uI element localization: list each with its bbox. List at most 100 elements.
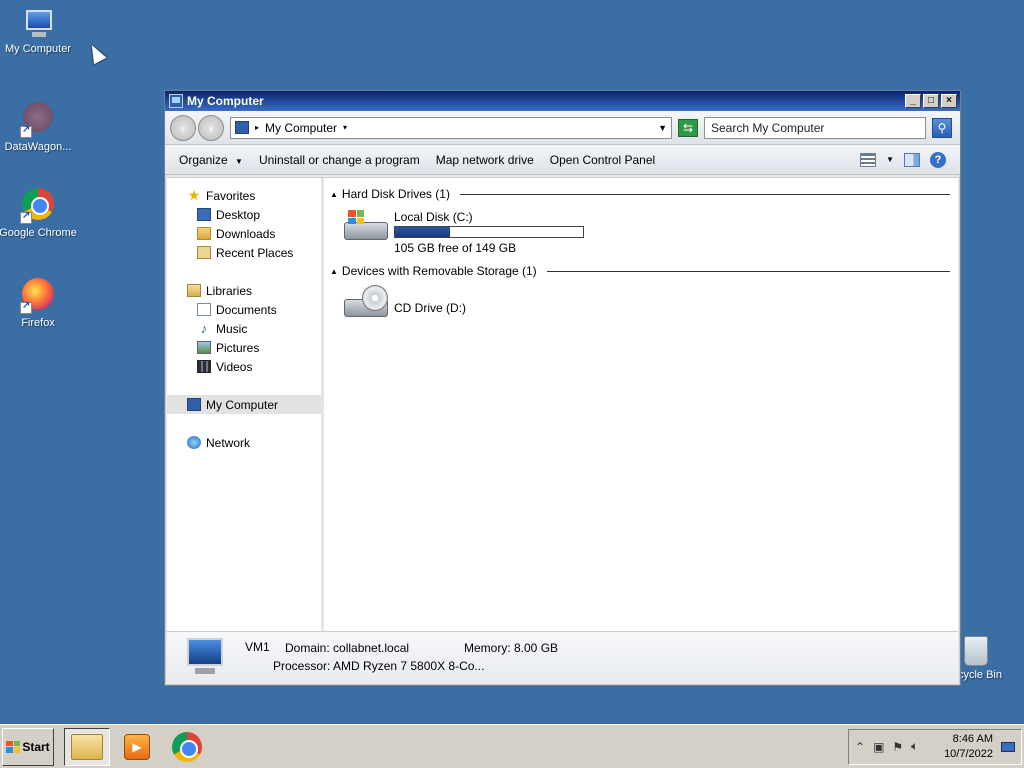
nav-desktop[interactable]: Desktop [167, 205, 321, 224]
drive-item-d[interactable]: CD Drive (D:) [342, 285, 950, 325]
explorer-window: My Computer _ □ × ‹ › ▸ My Computer ▾ ▼ … [164, 90, 961, 686]
minimize-button[interactable]: _ [905, 94, 921, 108]
pictures-icon [197, 341, 211, 354]
start-button[interactable]: Start [2, 727, 54, 766]
taskbar-chrome[interactable] [164, 728, 210, 766]
search-icon[interactable]: ⚲ [932, 117, 952, 138]
start-label: Start [22, 739, 50, 754]
drive-item-c[interactable]: Local Disk (C:) 105 GB free of 149 GB [342, 208, 950, 255]
libraries-icon [187, 284, 201, 297]
chevron-down-icon[interactable]: ▼ [886, 155, 894, 164]
desktop-icon-my-computer[interactable]: My Computer [0, 6, 78, 55]
clock[interactable]: 8:46 AM 10/7/2022 [944, 732, 993, 762]
search-input[interactable]: Search My Computer [704, 116, 926, 139]
preview-pane-icon[interactable] [904, 152, 920, 167]
nav-recent-places[interactable]: Recent Places [167, 243, 321, 262]
organize-label: Organize [179, 152, 228, 167]
nav-label: Music [216, 321, 248, 336]
collapse-caret-icon[interactable]: ▲ [330, 190, 338, 199]
nav-libraries[interactable]: Libraries [167, 281, 321, 300]
desktop-icon-datawagon[interactable]: DataWagon... [0, 98, 78, 153]
videos-icon [197, 360, 211, 373]
hard-disk-icon [342, 208, 390, 248]
shortcut-arrow-icon [20, 124, 32, 138]
windows-logo-icon [6, 740, 21, 753]
nav-documents[interactable]: Documents [167, 300, 321, 319]
address-bar[interactable]: ▸ My Computer ▾ ▼ [230, 116, 672, 139]
nav-videos[interactable]: Videos [167, 357, 321, 376]
drive-name: Local Disk (C:) [394, 210, 473, 224]
forward-button[interactable]: › [198, 114, 224, 141]
taskbar-explorer[interactable] [64, 727, 110, 766]
computer-processor: Processor: AMD Ryzen 7 5800X 8-Co... [273, 659, 485, 673]
nav-my-computer[interactable]: My Computer [167, 395, 321, 414]
nav-network[interactable]: Network [167, 433, 321, 452]
show-hidden-icons-icon[interactable]: ⌃ [855, 740, 865, 754]
computer-domain: Domain: collabnet.local [285, 641, 410, 655]
nav-downloads[interactable]: Downloads [167, 224, 321, 243]
maximize-button[interactable]: □ [923, 94, 939, 108]
refresh-button[interactable]: ⇆ [678, 118, 698, 137]
clock-time: 8:46 AM [952, 732, 993, 745]
back-button[interactable]: ‹ [170, 114, 196, 141]
group-title: Hard Disk Drives (1) [341, 187, 450, 201]
details-pane: VM1 Domain: collabnet.local Memory: 8.00… [167, 631, 958, 683]
mouse-cursor-icon [85, 41, 107, 65]
taskbar-media-player[interactable]: ▶ [114, 728, 160, 766]
disk-usage-bar [394, 226, 584, 238]
organize-button[interactable]: Organize ▼ [171, 153, 251, 167]
media-player-icon: ▶ [124, 733, 150, 760]
chevron-down-icon[interactable]: ▼ [658, 123, 667, 133]
group-header-hard-disk[interactable]: ▲ Hard Disk Drives (1) [330, 186, 950, 202]
chrome-icon [20, 188, 56, 224]
shortcut-arrow-icon [20, 210, 32, 224]
desktop-icon-label: Firefox [21, 317, 55, 329]
nav-label: Documents [216, 302, 277, 317]
title-bar[interactable]: My Computer _ □ × [165, 91, 960, 111]
firefox-icon [20, 278, 56, 314]
nav-label: Network [206, 435, 251, 450]
show-desktop-icon[interactable] [1001, 741, 1015, 752]
clock-date: 10/7/2022 [944, 747, 993, 760]
nav-pictures[interactable]: Pictures [167, 338, 321, 357]
computer-memory: Memory: 8.00 GB [464, 641, 559, 655]
desktop-icon-firefox[interactable]: Firefox [0, 276, 78, 329]
address-toolbar: ‹ › ▸ My Computer ▾ ▼ ⇆ Search My Comput… [165, 111, 960, 145]
recycle-bin-icon [964, 636, 988, 666]
network-icon [187, 436, 201, 449]
navigation-pane: ★ Favorites Desktop Downloads Recent Plac… [167, 178, 324, 631]
nav-label: Favorites [206, 188, 256, 203]
action-center-flag-icon[interactable]: ⚑ [892, 740, 903, 754]
breadcrumb-chevron-icon[interactable]: ▾ [343, 123, 347, 132]
group-title: Devices with Removable Storage (1) [341, 264, 537, 278]
computer-icon [22, 10, 54, 38]
network-tray-icon[interactable]: ▣ [873, 740, 884, 754]
change-view-icon[interactable] [860, 152, 877, 167]
breadcrumb-my-computer[interactable]: My Computer [265, 121, 337, 135]
volume-icon[interactable]: 🔈︎ [911, 739, 918, 754]
nav-label: My Computer [206, 397, 279, 412]
nav-label: Desktop [216, 207, 261, 222]
computer-icon [167, 632, 227, 684]
desktop-icon-label: Google Chrome [0, 227, 77, 239]
collapse-caret-icon[interactable]: ▲ [330, 267, 338, 276]
file-list-pane: ▲ Hard Disk Drives (1) Local Disk (C:) 1… [324, 178, 958, 631]
datawagon-icon [20, 102, 56, 138]
music-icon: ♪ [200, 321, 208, 336]
nav-label: Recent Places [216, 245, 294, 260]
map-network-drive-button[interactable]: Map network drive [428, 153, 542, 167]
nav-label: Pictures [216, 340, 260, 355]
group-header-removable[interactable]: ▲ Devices with Removable Storage (1) [330, 263, 950, 279]
close-button[interactable]: × [941, 94, 957, 108]
open-control-panel-button[interactable]: Open Control Panel [542, 153, 663, 167]
nav-label: Downloads [216, 226, 276, 241]
computer-name: VM1 [245, 640, 270, 654]
breadcrumb-separator-icon: ▸ [255, 123, 260, 132]
desktop-icon-google-chrome[interactable]: Google Chrome [0, 186, 78, 239]
nav-music[interactable]: ♪ Music [167, 319, 321, 338]
computer-icon [235, 121, 249, 134]
drive-free-space: 105 GB free of 149 GB [394, 241, 517, 255]
uninstall-program-button[interactable]: Uninstall or change a program [251, 153, 428, 167]
help-icon[interactable]: ? [930, 151, 946, 168]
nav-favorites[interactable]: ★ Favorites [167, 186, 321, 205]
